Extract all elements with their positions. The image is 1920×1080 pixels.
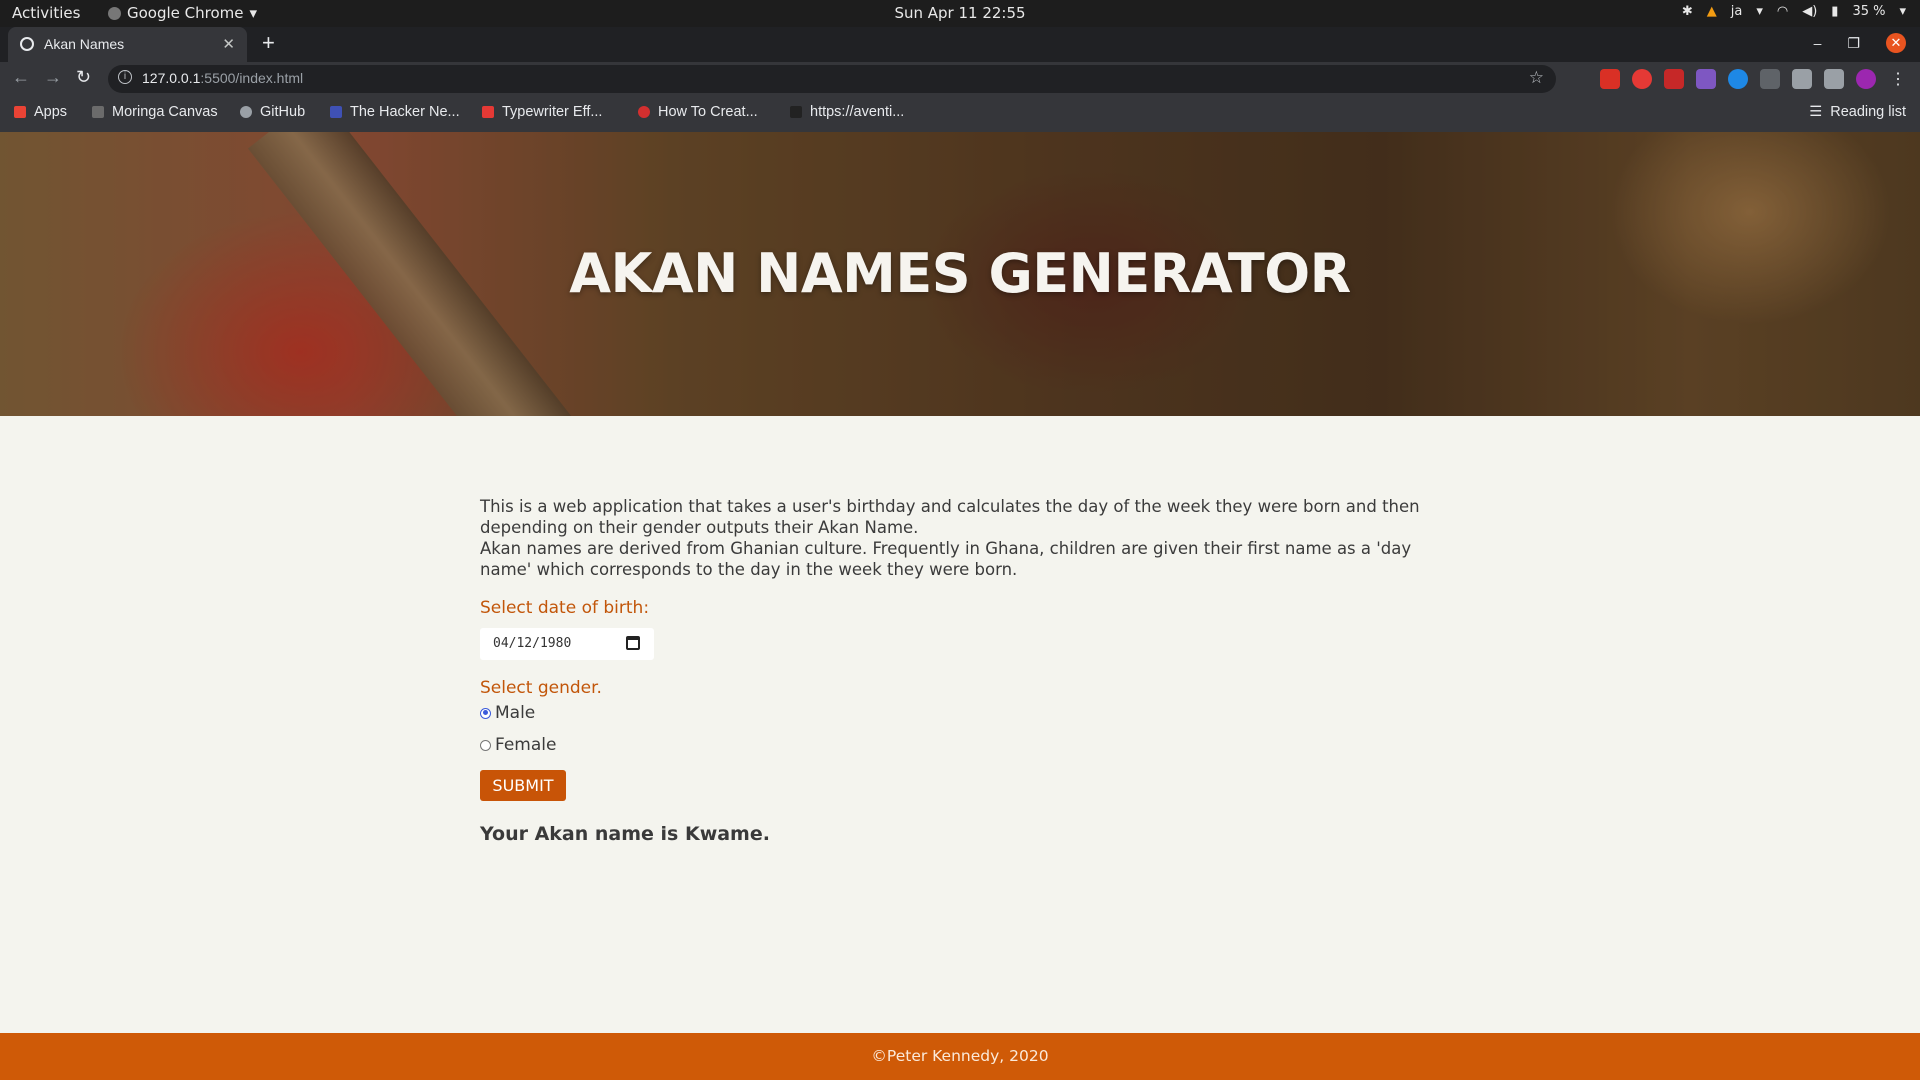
vlc-icon: ▲ bbox=[1706, 4, 1717, 19]
extensions-area: ⋮ bbox=[1600, 69, 1908, 89]
extension-icon[interactable] bbox=[1696, 69, 1716, 89]
reading-list-button[interactable]: ☰ Reading list bbox=[1809, 104, 1906, 120]
tab-strip: Akan Names ✕ + – ❐ ✕ bbox=[0, 27, 1920, 62]
url-host: 127.0.0.1 bbox=[142, 70, 201, 86]
chevron-down-icon: ▾ bbox=[1899, 4, 1906, 19]
aventi-icon bbox=[790, 106, 802, 118]
globe-icon bbox=[20, 37, 34, 51]
url-path: :5500/index.html bbox=[200, 70, 304, 86]
male-radio[interactable] bbox=[480, 707, 491, 719]
battery-icon: ▮ bbox=[1831, 4, 1839, 19]
browser-toolbar: ← → ↻ i 127.0.0.1:5500/index.html ☆ ⋮ bbox=[0, 62, 1920, 96]
window-controls: – ❐ ✕ bbox=[1814, 33, 1906, 53]
hacker-news-icon bbox=[330, 106, 342, 118]
bookmark-label: Apps bbox=[34, 104, 68, 120]
tab-title: Akan Names bbox=[44, 36, 125, 52]
forward-arrow-icon[interactable]: → bbox=[44, 67, 62, 88]
back-arrow-icon[interactable]: ← bbox=[12, 67, 30, 88]
typewriter-icon bbox=[482, 106, 494, 118]
system-top-bar: Activities Google Chrome ▾ Sun Apr 11 22… bbox=[0, 0, 1920, 27]
address-bar[interactable]: i 127.0.0.1:5500/index.html ☆ bbox=[108, 65, 1556, 93]
intro-paragraph: Akan names are derived from Ghanian cult… bbox=[480, 539, 1412, 579]
bookmark-label: Typewriter Eff... bbox=[502, 104, 603, 120]
gender-option-female[interactable]: Female bbox=[480, 732, 1440, 758]
dob-label: Select date of birth: bbox=[480, 598, 650, 618]
bookmark-hacker-news[interactable]: The Hacker Ne... bbox=[330, 104, 460, 120]
avatar[interactable] bbox=[1856, 69, 1876, 89]
submit-button[interactable]: SUBMIT bbox=[480, 770, 566, 801]
clock[interactable]: Sun Apr 11 22:55 bbox=[0, 4, 1920, 22]
intro-paragraph: This is a web application that takes a u… bbox=[480, 497, 1420, 537]
gender-label: Select gender. bbox=[480, 678, 602, 698]
bookmark-label: The Hacker Ne... bbox=[350, 104, 460, 120]
bookmark-aventi[interactable]: https://aventi... bbox=[790, 104, 904, 120]
battery-level: 35 % bbox=[1852, 4, 1886, 19]
bookmark-label: https://aventi... bbox=[810, 104, 905, 120]
bookmark-moringa[interactable]: Moringa Canvas bbox=[92, 104, 218, 120]
extension-icon[interactable] bbox=[1728, 69, 1748, 89]
minimize-button[interactable]: – bbox=[1814, 35, 1822, 51]
info-icon[interactable]: i bbox=[118, 70, 132, 84]
wifi-icon: ◠ bbox=[1776, 4, 1789, 19]
new-tab-button[interactable]: + bbox=[262, 30, 275, 56]
maximize-button[interactable]: ❐ bbox=[1847, 35, 1860, 52]
tab-akan-names[interactable]: Akan Names ✕ bbox=[8, 27, 247, 62]
bookmarks-bar: Apps Moringa Canvas GitHub The Hacker Ne… bbox=[0, 96, 1920, 133]
close-window-button[interactable]: ✕ bbox=[1886, 33, 1906, 53]
bookmark-label: How To Creat... bbox=[658, 104, 758, 120]
chevron-down-icon: ▾ bbox=[1756, 4, 1763, 19]
gender-option-male[interactable]: Male bbox=[480, 700, 1440, 726]
main-content: This is a web application that takes a u… bbox=[480, 496, 1440, 845]
url-text[interactable]: 127.0.0.1:5500/index.html bbox=[142, 70, 303, 86]
reading-list-icon: ☰ bbox=[1809, 104, 1823, 120]
slack-icon: ✱ bbox=[1681, 4, 1693, 19]
calendar-icon[interactable] bbox=[626, 636, 640, 650]
reading-list-label: Reading list bbox=[1830, 104, 1906, 120]
radio-label: Female bbox=[495, 735, 557, 755]
menu-icon[interactable]: ⋮ bbox=[1888, 69, 1908, 89]
radio-label: Male bbox=[495, 703, 536, 723]
extension-icon[interactable] bbox=[1760, 69, 1780, 89]
extension-icon[interactable] bbox=[1664, 69, 1684, 89]
bookmark-github[interactable]: GitHub bbox=[240, 104, 305, 120]
moringa-icon bbox=[92, 106, 104, 118]
reload-icon[interactable]: ↻ bbox=[76, 67, 91, 88]
footer: ©Peter Kennedy, 2020 bbox=[0, 1033, 1920, 1080]
bookmark-star-icon[interactable]: ☆ bbox=[1529, 68, 1544, 88]
bookmark-how-to[interactable]: How To Creat... bbox=[638, 104, 758, 120]
apps-grid-icon bbox=[14, 106, 26, 118]
bookmark-typewriter[interactable]: Typewriter Eff... bbox=[482, 104, 602, 120]
github-icon bbox=[240, 106, 252, 118]
how-to-icon bbox=[638, 106, 650, 118]
bookmark-label: Moringa Canvas bbox=[112, 104, 218, 120]
volume-icon: ◀) bbox=[1802, 4, 1818, 19]
hero-banner: AKAN NAMES GENERATOR bbox=[0, 132, 1920, 416]
keyboard-layout[interactable]: ja bbox=[1731, 4, 1743, 19]
puzzle-icon[interactable] bbox=[1792, 69, 1812, 89]
extension-icon[interactable] bbox=[1600, 69, 1620, 89]
page-title: AKAN NAMES GENERATOR bbox=[569, 242, 1351, 305]
extension-icon[interactable] bbox=[1632, 69, 1652, 89]
female-radio[interactable] bbox=[480, 739, 491, 751]
media-icon[interactable] bbox=[1824, 69, 1844, 89]
dob-date-input[interactable]: 04/12/1980 bbox=[480, 628, 654, 660]
close-tab-icon[interactable]: ✕ bbox=[222, 35, 235, 53]
system-tray[interactable]: ✱ ▲ ja ▾ ◠ ◀) ▮ 35 % ▾ bbox=[1682, 4, 1906, 19]
result-text: Your Akan name is Kwame. bbox=[480, 823, 770, 845]
dob-value: 04/12/1980 bbox=[493, 636, 572, 651]
bookmark-apps[interactable]: Apps bbox=[14, 104, 67, 120]
bookmark-label: GitHub bbox=[260, 104, 306, 120]
